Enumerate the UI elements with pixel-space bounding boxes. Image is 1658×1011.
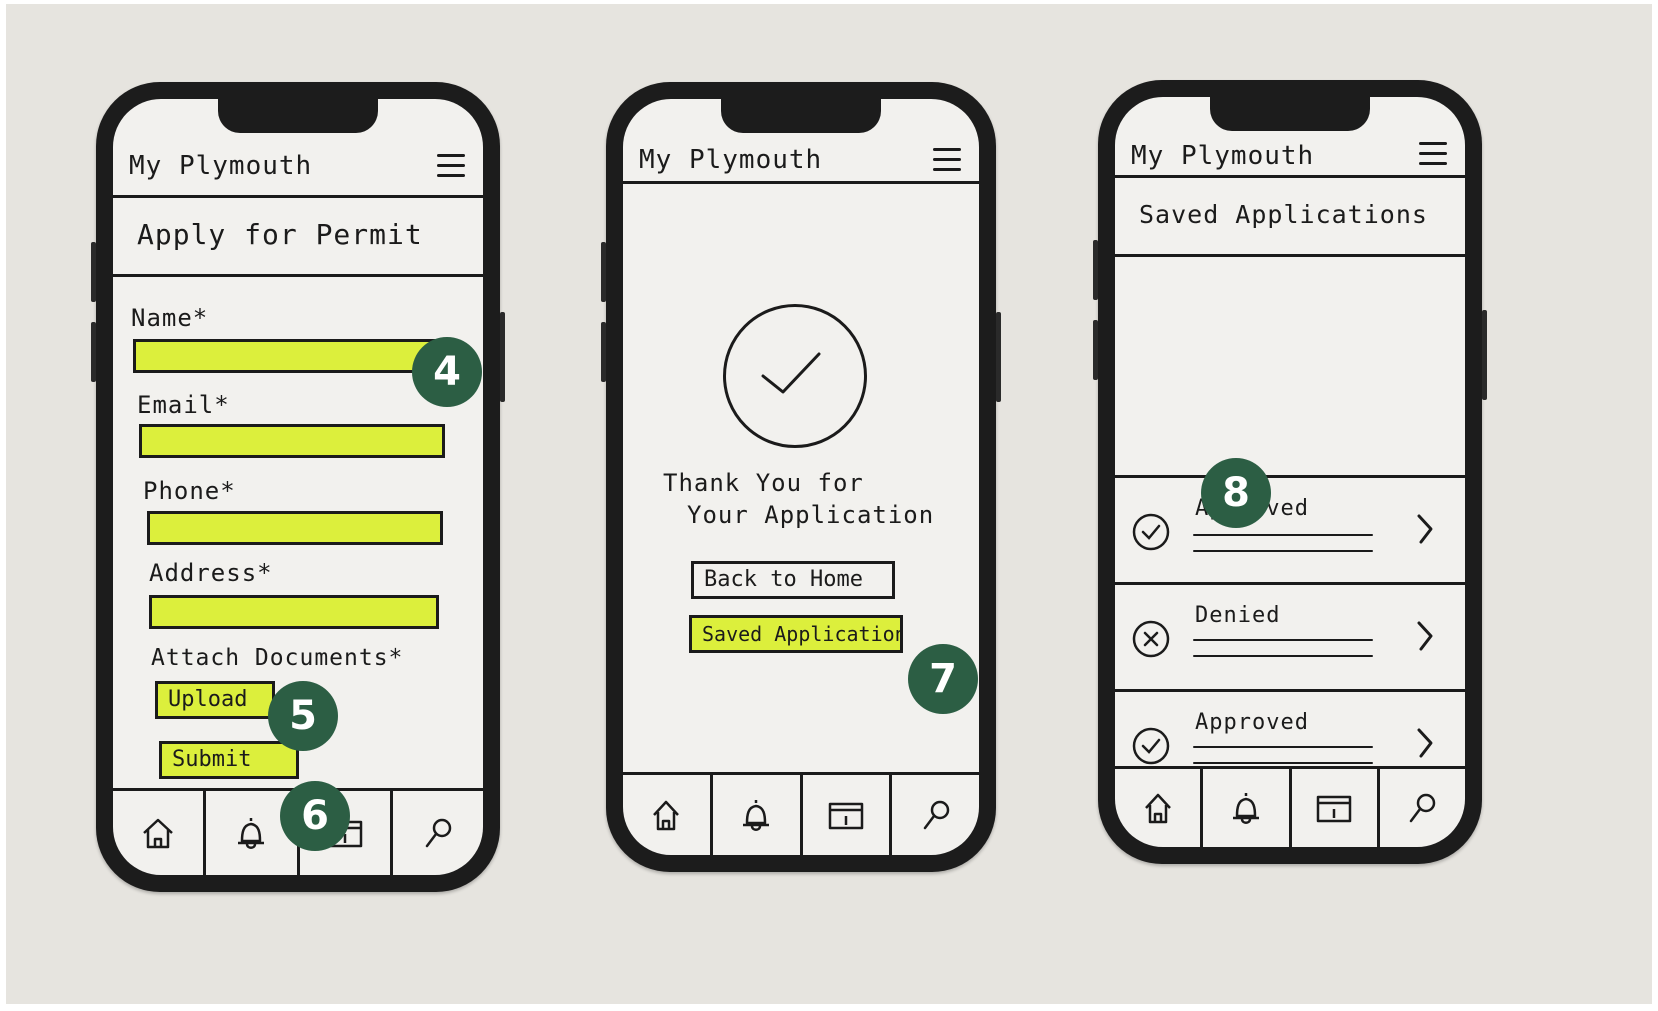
nav-notifications[interactable] [713,775,803,855]
hamburger-menu-icon[interactable] [1419,137,1447,167]
saved-applications-button[interactable]: Saved Application [689,615,903,653]
detail-line [1193,762,1373,764]
upload-button[interactable]: Upload [155,681,275,719]
back-to-home-button[interactable]: Back to Home [691,561,895,599]
sketch-paper: My Plymouth Apply for Permit Name* Email… [6,4,1652,1004]
home-icon [143,818,173,849]
bottom-nav [623,772,979,855]
application-row[interactable]: Approved [1115,475,1465,582]
page-header: Apply for Permit [113,198,483,277]
bell-icon [743,800,770,831]
app-title: My Plymouth [129,151,313,181]
top-bar: My Plymouth [623,99,979,184]
bell-icon [238,818,265,849]
nav-home[interactable] [113,791,207,875]
page-title: Saved Applications [1139,200,1428,229]
detail-line [1193,550,1373,552]
check-circle-icon [1132,727,1170,765]
home-icon [653,800,680,831]
phone-apply-permit: My Plymouth Apply for Permit Name* Email… [91,82,505,892]
annotation-badge-7: 7 [908,644,978,714]
thank-you-line-1: Thank You for [663,469,864,497]
phone-saved-applications: My Plymouth Saved Applications Approved … [1093,80,1487,864]
top-bar: My Plymouth [113,99,483,198]
nav-search[interactable] [1380,769,1465,847]
page-header: Saved Applications [1115,178,1465,257]
chevron-right-icon [1417,728,1433,758]
calendar-icon [1316,795,1352,823]
detail-line [1193,746,1373,748]
page-title: Apply for Permit [137,218,423,251]
detail-line [1193,534,1373,536]
x-circle-icon [1132,620,1170,658]
home-icon [1144,793,1171,824]
email-label: Email* [137,391,230,419]
bottom-nav [1115,766,1465,847]
top-bar: My Plymouth [1115,97,1465,178]
name-label: Name* [131,304,209,332]
checkmark-icon [761,352,821,394]
application-status: Denied [1195,603,1281,628]
chevron-right-icon [1417,621,1433,651]
nav-search[interactable] [393,791,483,875]
annotation-badge-4: 4 [412,337,482,407]
annotation-badge-5: 5 [268,681,338,751]
address-label: Address* [149,559,273,587]
phone-input[interactable] [147,511,443,545]
search-icon [425,818,452,848]
hamburger-menu-icon[interactable] [437,149,465,179]
thank-you-line-2: Your Application [687,501,935,529]
screen-apply-permit: My Plymouth Apply for Permit Name* Email… [113,99,483,875]
screen-saved-applications: My Plymouth Saved Applications Approved … [1115,97,1465,847]
phone-label: Phone* [143,477,236,505]
bell-icon [1232,793,1259,824]
annotation-badge-6: 6 [280,781,350,851]
application-row[interactable]: Denied [1115,582,1465,689]
app-title: My Plymouth [1131,141,1315,171]
attach-documents-label: Attach Documents* [151,645,404,671]
search-icon [1410,793,1436,823]
nav-home[interactable] [1115,769,1204,847]
app-title: My Plymouth [639,145,823,175]
check-circle-icon [1132,513,1170,551]
chevron-right-icon [1417,514,1433,544]
detail-line [1193,639,1373,641]
nav-calendar[interactable] [1292,769,1380,847]
annotation-badge-8: 8 [1201,458,1271,528]
search-icon [923,800,949,830]
nav-calendar[interactable] [803,775,893,855]
application-status: Approved [1195,710,1309,735]
calendar-icon [828,802,864,830]
nav-home[interactable] [623,775,713,855]
name-input[interactable] [133,339,445,373]
screen-confirmation: My Plymouth Thank You for Your Applicati… [623,99,979,855]
nav-notifications[interactable] [1203,769,1292,847]
address-input[interactable] [149,595,439,629]
detail-line [1193,655,1373,657]
success-check-circle [723,304,867,448]
submit-button[interactable]: Submit [159,741,299,779]
hamburger-menu-icon[interactable] [933,143,961,173]
email-input[interactable] [139,424,445,458]
phone-confirmation: My Plymouth Thank You for Your Applicati… [601,82,1001,872]
nav-search[interactable] [892,775,979,855]
